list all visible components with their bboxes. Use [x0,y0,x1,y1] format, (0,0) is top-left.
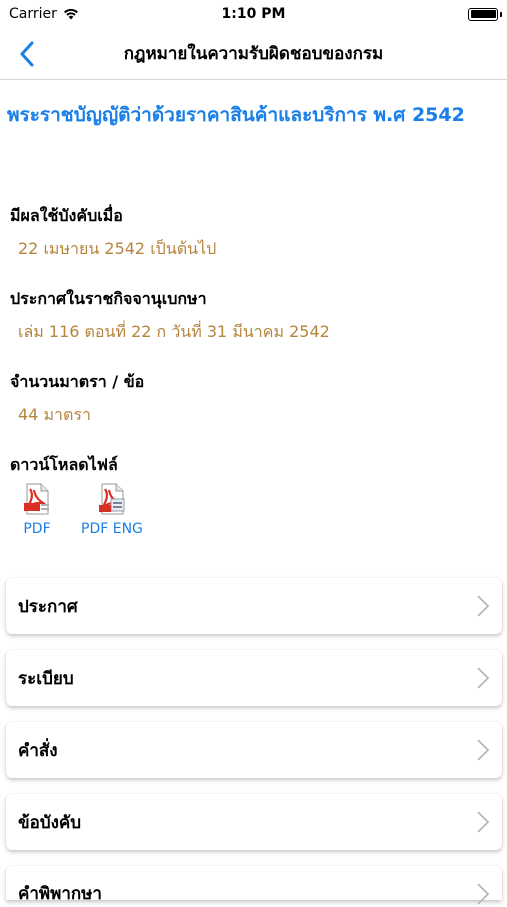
list-item-regulation[interactable]: ระเบียบ [6,650,502,706]
list-item-order[interactable]: คำสั่ง [6,722,502,778]
gazette-label: ประกาศในราชกิจจานุเบกษา [10,289,207,308]
section-count-value: 44 มาตรา [18,405,91,424]
list-item-label: คำพิพากษา [18,884,102,904]
list-item-label: ข้อบังคับ [18,812,82,833]
carrier-label: Carrier [9,6,57,22]
list-item-label: ประกาศ [18,596,78,617]
chevron-right-icon [477,883,490,905]
pdf-download-caption: PDF [23,521,51,537]
list-item-rule[interactable]: ข้อบังคับ [6,794,502,850]
chevron-right-icon [477,811,490,833]
wifi-icon [63,8,78,20]
back-button[interactable] [10,36,44,72]
chevron-right-icon [477,739,490,761]
gazette-value: เล่ม 116 ตอนที่ 22 ก วันที่ 31 มีนาคม 25… [18,322,330,341]
law-title: พระราชบัญญัติว่าด้วยราคาสินค้าและบริการ … [7,104,465,126]
page-title: กฎหมายในความรับผิดชอบของกรม [123,44,384,64]
effective-date-label: มีผลใช้บังคับเมื่อ [10,206,123,225]
list-item-label: คำสั่ง [18,740,58,761]
section-count-label: จำนวนมาตรา / ข้อ [10,372,145,391]
list-item-label: ระเบียบ [18,668,74,689]
navigation-bar: กฎหมายในความรับผิดชอบของกรม [0,28,507,80]
battery-icon [468,7,502,21]
list-item-judgment[interactable]: คำพิพากษา [6,866,502,905]
pdf-download-button[interactable]: PDF [22,483,52,537]
pdf-eng-download-caption: PDF ENG [81,521,143,537]
chevron-right-icon [477,595,490,617]
download-label: ดาวน์โหลดไฟล์ [10,455,118,474]
chevron-left-icon [20,41,34,67]
chevron-right-icon [477,667,490,689]
status-bar: Carrier 1:10 PM [0,0,507,28]
effective-date-value: 22 เมษายน 2542 เป็นต้นไป [18,239,217,258]
pdf-file-icon [24,483,49,515]
list-item-announcement[interactable]: ประกาศ [6,578,502,634]
pdf-file-icon [98,483,125,515]
pdf-eng-download-button[interactable]: PDF ENG [81,483,143,537]
